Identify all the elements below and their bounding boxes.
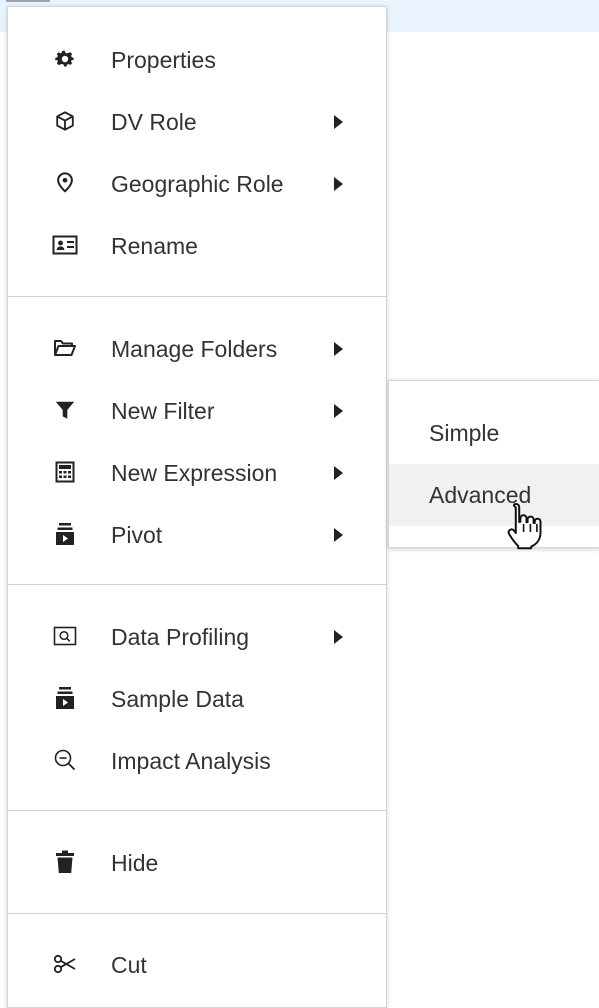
menu-item-label: Sample Data: [111, 686, 244, 712]
search-window-icon: [52, 623, 78, 649]
menu-item-label: Impact Analysis: [111, 748, 271, 774]
pivot-icon: [52, 521, 78, 547]
menu-divider: [8, 913, 386, 914]
submenu-arrow-icon: [334, 466, 343, 480]
menu-item-label: Rename: [111, 233, 198, 259]
menu-item-label: DV Role: [111, 109, 197, 135]
sample-data-icon: [52, 685, 78, 711]
menu-item-new-filter[interactable]: New Filter: [8, 381, 386, 441]
menu-divider: [8, 584, 386, 585]
scissors-icon: [52, 951, 78, 977]
zoom-out-icon: [52, 747, 78, 773]
calculator-icon: [52, 459, 78, 485]
menu-divider: [8, 810, 386, 811]
background-row-remnant: [6, 0, 50, 2]
menu-item-label: Manage Folders: [111, 336, 278, 362]
folder-open-icon: [52, 335, 78, 361]
id-card-icon: [52, 232, 78, 258]
menu-item-new-expression[interactable]: New Expression: [8, 443, 386, 503]
menu-item-label: New Filter: [111, 398, 215, 424]
menu-divider: [8, 296, 386, 297]
map-pin-icon: [52, 170, 78, 196]
menu-item-rename[interactable]: Rename: [8, 216, 386, 276]
submenu-arrow-icon: [334, 404, 343, 418]
submenu-arrow-icon: [334, 528, 343, 542]
filter-icon: [52, 397, 78, 423]
menu-item-manage-folders[interactable]: Manage Folders: [8, 319, 386, 379]
hand-pointer-cursor-icon: [507, 503, 542, 550]
gear-icon: [52, 46, 78, 72]
submenu-arrow-icon: [334, 177, 343, 191]
menu-item-dv-role[interactable]: DV Role: [8, 92, 386, 152]
menu-item-sample-data[interactable]: Sample Data: [8, 669, 386, 729]
cube-icon: [52, 108, 78, 134]
context-menu: Properties DV Role Geographic Role Renam…: [7, 6, 387, 1008]
menu-item-cut[interactable]: Cut: [8, 935, 386, 995]
menu-item-impact-analysis[interactable]: Impact Analysis: [8, 731, 386, 791]
submenu-item-simple[interactable]: Simple: [389, 402, 599, 464]
menu-item-label: Pivot: [111, 522, 163, 548]
menu-item-label: Geographic Role: [111, 171, 284, 197]
menu-item-data-profiling[interactable]: Data Profiling: [8, 607, 386, 667]
submenu-arrow-icon: [334, 115, 343, 129]
menu-item-label: New Expression: [111, 460, 278, 486]
menu-item-label: Data Profiling: [111, 624, 250, 650]
submenu-arrow-icon: [334, 342, 343, 356]
menu-item-pivot[interactable]: Pivot: [8, 505, 386, 565]
submenu-arrow-icon: [334, 630, 343, 644]
menu-item-label: Hide: [111, 850, 159, 876]
new-filter-submenu: Simple Advanced: [388, 380, 599, 548]
submenu-item-label: Simple: [429, 420, 500, 446]
submenu-item-advanced[interactable]: Advanced: [389, 464, 599, 526]
menu-item-label: Properties: [111, 47, 216, 73]
menu-item-label: Cut: [111, 952, 147, 978]
menu-item-geographic-role[interactable]: Geographic Role: [8, 154, 386, 214]
menu-item-hide[interactable]: Hide: [8, 833, 386, 893]
trash-icon: [52, 849, 78, 875]
menu-item-properties[interactable]: Properties: [8, 30, 386, 90]
